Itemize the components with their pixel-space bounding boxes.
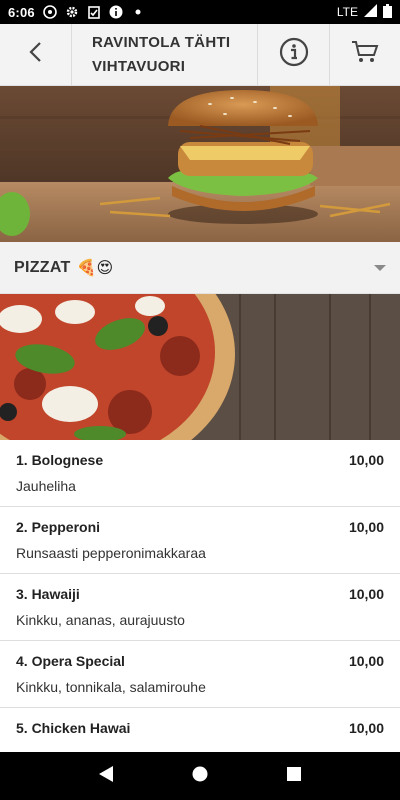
- menu-item[interactable]: 1. Bolognese 10,00 Jauheliha: [0, 440, 400, 507]
- title-line-1: RAVINTOLA TÄHTI: [92, 33, 231, 51]
- menu-item-name: 1. Bolognese: [16, 452, 104, 468]
- app-bar: RAVINTOLA TÄHTI VIHTAVUORI: [0, 24, 400, 86]
- signal-icon: [364, 4, 377, 20]
- menu-item-description: Jauheliha: [16, 478, 76, 494]
- menu-item-name: 2. Pepperoni: [16, 519, 101, 535]
- menu-item[interactable]: 2. Pepperoni 10,00 Runsaasti pepperonima…: [0, 507, 400, 574]
- dot-icon: [131, 5, 145, 19]
- expand-caret-icon: [374, 264, 386, 271]
- cart-icon: [351, 39, 379, 70]
- menu-item-name: 5. Chicken Hawai: [16, 720, 131, 736]
- category-emoji: 🍕😍: [76, 258, 114, 277]
- battery-icon: [383, 3, 392, 21]
- menu-item[interactable]: 4. Opera Special 10,00 Kinkku, tonnikala…: [0, 641, 400, 708]
- menu-item-price: 10,00: [348, 586, 384, 602]
- back-button[interactable]: [0, 24, 72, 85]
- menu-item-price: 10,00: [348, 653, 384, 669]
- menu-item-description: Runsaasti pepperonimakkaraa: [16, 545, 206, 561]
- hero-burger-image: [0, 86, 400, 242]
- nav-back-icon[interactable]: [98, 765, 114, 788]
- category-pizza-image: [0, 294, 400, 440]
- system-nav-bar: [0, 752, 400, 800]
- notification-circle-icon: [43, 5, 57, 19]
- menu-item-price: 10,00: [348, 519, 384, 535]
- menu-list: 1. Bolognese 10,00 Jauheliha 2. Pepperon…: [0, 440, 400, 752]
- menu-item-description: Kinkku, ananas, aurajuusto: [16, 612, 185, 628]
- status-time: 6:06: [8, 4, 35, 20]
- nav-home-icon[interactable]: [191, 765, 209, 788]
- menu-item-price: 10,00: [348, 720, 384, 736]
- menu-item[interactable]: 3. Hawaiji 10,00 Kinkku, ananas, aurajuu…: [0, 574, 400, 641]
- category-header-pizzat[interactable]: PIZZAT 🍕😍: [0, 242, 400, 294]
- menu-item-description: Kinkku, tonnikala, salamirouhe: [16, 679, 206, 695]
- cart-button[interactable]: [330, 24, 400, 85]
- info-button[interactable]: [258, 24, 330, 85]
- network-label: LTE: [336, 5, 358, 19]
- restaurant-title: RAVINTOLA TÄHTI VIHTAVUORI: [72, 24, 258, 85]
- info-icon: [279, 37, 309, 72]
- menu-item-name: 4. Opera Special: [16, 653, 125, 669]
- settings-gear-icon: [65, 5, 79, 19]
- category-label: PIZZAT: [14, 258, 71, 276]
- clipboard-check-icon: [87, 5, 101, 19]
- status-bar: 6:06 LTE: [0, 0, 400, 24]
- menu-item[interactable]: 5. Chicken Hawai 10,00: [0, 708, 400, 752]
- status-right-group: LTE: [336, 3, 392, 21]
- menu-item-name: 3. Hawaiji: [16, 586, 80, 602]
- back-arrow-icon: [26, 40, 46, 69]
- menu-item-price: 10,00: [348, 452, 384, 468]
- nav-recents-icon[interactable]: [286, 766, 302, 787]
- info-circle-icon: [109, 5, 123, 19]
- title-line-2: VIHTAVUORI: [92, 57, 186, 75]
